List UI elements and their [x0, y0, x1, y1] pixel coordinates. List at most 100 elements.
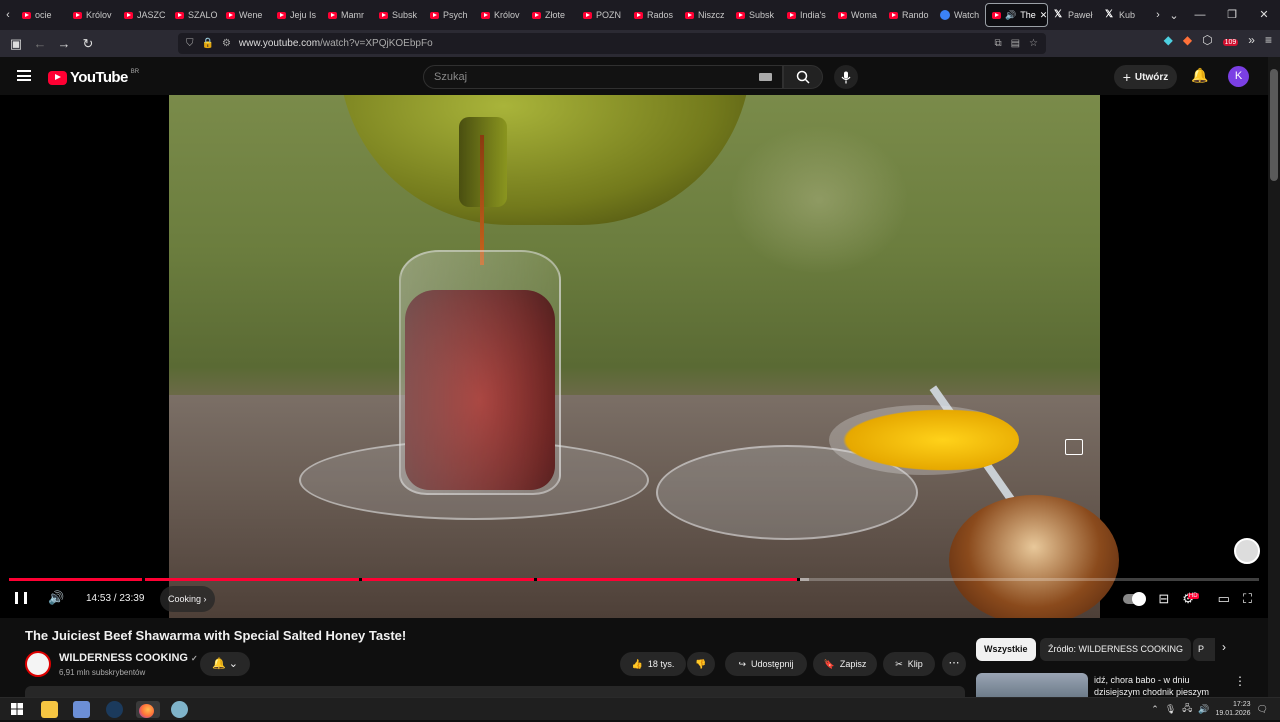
bookmark-star-icon[interactable]: ☆: [1029, 38, 1038, 49]
app-icon[interactable]: [171, 701, 188, 718]
search-button[interactable]: [783, 65, 823, 89]
tab-item[interactable]: Subsk: [373, 3, 424, 27]
extensions-icon[interactable]: ⬡: [1202, 33, 1212, 47]
tab-item[interactable]: Niszcz: [679, 3, 730, 27]
tab-item[interactable]: SZALO: [169, 3, 220, 27]
page-scrollbar[interactable]: [1268, 57, 1280, 697]
reload-icon[interactable]: ↻: [76, 36, 100, 52]
subscription-notifications-button[interactable]: 🔔 ⌄: [200, 652, 250, 676]
account-avatar[interactable]: K: [1228, 66, 1249, 87]
share-button[interactable]: ↪ Udostępnij: [725, 652, 807, 676]
autoplay-toggle[interactable]: [1123, 592, 1147, 606]
tab-item[interactable]: Subsk: [730, 3, 781, 27]
tab-item[interactable]: Złote: [526, 3, 577, 27]
address-bar[interactable]: ⛉ 🔒 ⚙ www.youtube.com/watch?v=XPQjKOEbpF…: [178, 33, 1046, 54]
tab-item[interactable]: Rando: [883, 3, 934, 27]
chapter-button[interactable]: Cooking ›: [160, 586, 215, 612]
tab-list-dropdown-icon[interactable]: ⌄: [1166, 9, 1182, 22]
subtitles-icon[interactable]: ⊟: [1158, 591, 1169, 607]
tab-item[interactable]: Królov: [475, 3, 526, 27]
hamburger-menu-icon[interactable]: [17, 70, 31, 81]
fox-extension-icon[interactable]: ◆: [1183, 33, 1192, 47]
recommendation-menu-icon[interactable]: ⋮: [1234, 674, 1246, 688]
tab-item[interactable]: Woma: [832, 3, 883, 27]
create-button[interactable]: + Utwórz: [1114, 65, 1177, 89]
save-button[interactable]: 🔖 Zapisz: [813, 652, 877, 676]
back-icon[interactable]: ←: [28, 36, 52, 51]
like-button[interactable]: 👍 18 tys.: [620, 652, 686, 676]
tab-item[interactable]: POZN: [577, 3, 628, 27]
tab-item[interactable]: ocie: [16, 3, 67, 27]
scrollbar-thumb[interactable]: [1270, 69, 1278, 181]
permissions-icon[interactable]: ⚙: [222, 38, 231, 49]
channel-name[interactable]: WILDERNESS COOKING ✓: [59, 652, 198, 664]
recommendation-thumbnail[interactable]: [976, 673, 1088, 697]
voice-search-button[interactable]: [834, 65, 858, 89]
close-tab-icon[interactable]: ✕: [1040, 10, 1047, 21]
video-player[interactable]: 🔊 14:53 / 23:39 Cooking › ⊟ ⚙HD ▭ ⛶: [0, 95, 1268, 618]
notification-center-icon[interactable]: 🗨: [1257, 704, 1268, 715]
tab-x-pawel[interactable]: 𝕏 Paweł: [1048, 3, 1099, 27]
volume-icon[interactable]: 🔊: [48, 590, 64, 606]
sidebar-icon[interactable]: ▣: [4, 36, 28, 52]
steam-icon[interactable]: [106, 701, 123, 718]
channel-watermark[interactable]: [1234, 538, 1260, 564]
notifications-bell-icon[interactable]: 🔔: [1191, 67, 1208, 84]
tab-item[interactable]: Rados: [628, 3, 679, 27]
chip-channel-source[interactable]: Źródło: WILDERNESS COOKING: [1040, 638, 1192, 661]
vpn-extension-icon[interactable]: ◆: [1164, 33, 1173, 47]
tab-item[interactable]: Wene: [220, 3, 271, 27]
progress-bar[interactable]: [9, 578, 1259, 581]
tab-item[interactable]: Mamr: [322, 3, 373, 27]
forward-icon[interactable]: →: [52, 36, 76, 51]
miniplayer-icon[interactable]: [1065, 439, 1083, 455]
settings-gear-icon[interactable]: ⚙HD: [1182, 591, 1204, 607]
network-icon[interactable]: 🖧: [1182, 701, 1192, 717]
start-icon[interactable]: [9, 701, 26, 718]
overflow-chevron-icon[interactable]: »: [1248, 33, 1255, 47]
keyboard-icon[interactable]: [759, 73, 772, 81]
close-window-icon[interactable]: ✕: [1248, 0, 1280, 30]
tab-x-kub[interactable]: 𝕏 Kub: [1099, 3, 1150, 27]
dislike-button[interactable]: 👎: [687, 652, 715, 676]
remote-desktop-icon[interactable]: [73, 701, 90, 718]
search-input[interactable]: Szukaj: [423, 65, 783, 89]
fullscreen-icon[interactable]: ⛶: [1243, 591, 1252, 607]
tab-item[interactable]: JASZC: [118, 3, 169, 27]
pause-icon[interactable]: [15, 592, 27, 604]
tab-active[interactable]: 🔊 The ✕: [985, 3, 1048, 27]
chip-all[interactable]: Wszystkie: [976, 638, 1036, 661]
tab-item[interactable]: India's: [781, 3, 832, 27]
tray-chevron-icon[interactable]: ⌃: [1151, 704, 1159, 715]
theater-mode-icon[interactable]: ▭: [1218, 591, 1230, 607]
tab-item[interactable]: Królov: [67, 3, 118, 27]
chip-more[interactable]: P: [1193, 638, 1215, 661]
tabs-scroll-right-icon[interactable]: ›: [1150, 9, 1166, 21]
description-box[interactable]: [25, 686, 965, 697]
microphone-tray-icon[interactable]: 🎙: [1165, 704, 1176, 715]
firefox-icon[interactable]: [136, 701, 160, 718]
more-actions-icon[interactable]: ⋯: [942, 652, 966, 676]
pip-icon[interactable]: ⧉: [994, 38, 1001, 49]
menu-icon[interactable]: ≡: [1265, 33, 1272, 47]
shield-icon[interactable]: ⛉: [186, 38, 194, 49]
clock[interactable]: 17:23 19.01.2026: [1216, 700, 1251, 718]
youtube-logo[interactable]: YouTube BR: [48, 69, 139, 86]
chips-next-icon[interactable]: ›: [1222, 640, 1226, 654]
microphone-icon: [841, 71, 851, 84]
channel-avatar[interactable]: [25, 651, 51, 677]
speaker-tray-icon[interactable]: 🔊: [1198, 704, 1209, 715]
tab-item[interactable]: Jeju Is: [271, 3, 322, 27]
reader-icon[interactable]: ▤: [1011, 38, 1020, 49]
adblock-extension-icon[interactable]: 109: [1222, 33, 1239, 47]
maximize-icon[interactable]: ❐: [1216, 0, 1248, 30]
recommendation-title[interactable]: idź, chora babo - w dniu dzisiejszym cho…: [1094, 674, 1224, 697]
minimize-icon[interactable]: —: [1184, 0, 1216, 30]
clip-button[interactable]: ✂ Klip: [883, 652, 935, 676]
tab-item[interactable]: Watch: [934, 3, 985, 27]
file-explorer-icon[interactable]: [41, 701, 58, 718]
tab-item[interactable]: Psych: [424, 3, 475, 27]
lock-icon[interactable]: 🔒: [202, 38, 214, 49]
tabs-scroll-left-icon[interactable]: ‹: [0, 9, 16, 21]
chapter-marker: [796, 578, 800, 581]
